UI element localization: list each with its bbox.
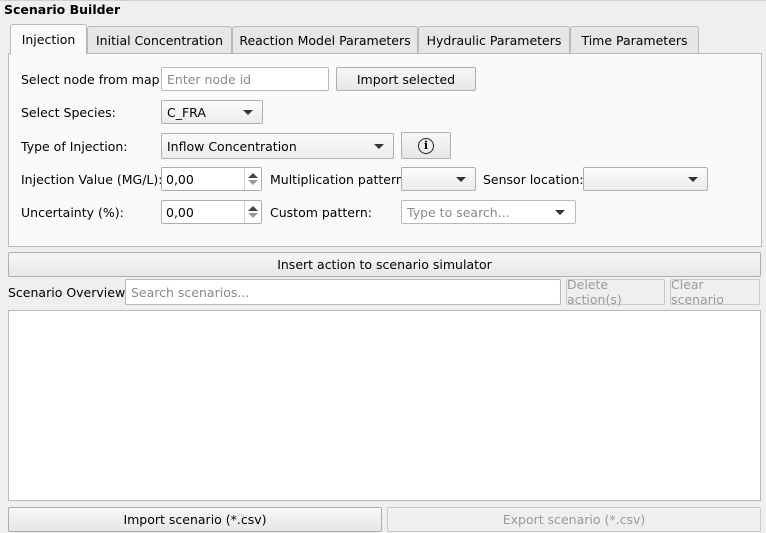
chevron-down-icon (243, 110, 253, 115)
delete-actions-button[interactable]: Delete action(s) (566, 277, 665, 307)
injection-value: 0,00 (166, 171, 194, 187)
spin-down-icon[interactable] (248, 213, 258, 218)
chevron-down-icon (456, 177, 466, 182)
import-scenario-button[interactable]: Import scenario (*.csv) (8, 507, 382, 532)
sensor-location-select[interactable] (583, 167, 708, 191)
species-select[interactable]: C_FRA (161, 100, 263, 124)
spin-up-icon[interactable] (248, 173, 258, 178)
insert-action-button[interactable]: Insert action to scenario simulator (8, 252, 761, 277)
import-selected-button[interactable]: Import selected (336, 67, 476, 91)
injection-type-label: Type of Injection: (21, 139, 128, 154)
sensor-location-label: Sensor location: (483, 172, 584, 187)
uncertainty-value: 0,00 (166, 204, 194, 220)
window-title: Scenario Builder (4, 2, 121, 17)
uncertainty-label: Uncertainty (%): (21, 205, 124, 220)
chevron-down-icon (555, 210, 565, 215)
uncertainty-spinbox[interactable]: 0,00 (161, 200, 262, 224)
tab-time-parameters[interactable]: Time Parameters (570, 26, 699, 53)
tab-hydraulic-parameters[interactable]: Hydraulic Parameters (418, 26, 570, 53)
info-icon: i (418, 137, 434, 154)
injection-type-value: Inflow Concentration (167, 138, 297, 154)
export-scenario-button[interactable]: Export scenario (*.csv) (387, 507, 761, 532)
injection-type-select[interactable]: Inflow Concentration (161, 133, 394, 159)
multiplication-pattern-label: Multiplication pattern: (270, 172, 409, 187)
node-id-input[interactable]: Enter node id (161, 67, 329, 91)
scenario-list[interactable] (8, 310, 761, 501)
custom-pattern-search[interactable]: Type to search... (401, 200, 576, 224)
custom-pattern-placeholder: Type to search... (407, 204, 510, 220)
spin-buttons[interactable] (244, 201, 261, 223)
spin-up-icon[interactable] (248, 206, 258, 211)
species-value: C_FRA (167, 104, 206, 120)
info-button[interactable]: i (401, 132, 451, 159)
tab-reaction-model-parameters[interactable]: Reaction Model Parameters (232, 26, 418, 53)
node-label: Select node from map: (21, 72, 164, 87)
scenario-search-input[interactable]: Search scenarios... (125, 279, 561, 305)
tab-injection[interactable]: Injection (10, 24, 87, 54)
scenario-overview-label: Scenario Overview: (8, 285, 129, 300)
clear-scenario-button[interactable]: Clear scenario (670, 277, 760, 307)
node-id-placeholder: Enter node id (167, 71, 252, 87)
injection-value-label: Injection Value (MG/L): (21, 172, 163, 187)
spin-down-icon[interactable] (248, 180, 258, 185)
injection-value-spinbox[interactable]: 0,00 (161, 167, 262, 191)
spin-buttons[interactable] (244, 168, 261, 190)
custom-pattern-label: Custom pattern: (270, 205, 373, 220)
tab-initial-concentration[interactable]: Initial Concentration (87, 26, 232, 53)
chevron-down-icon (688, 177, 698, 182)
top-border (0, 0, 766, 1)
scenario-search-placeholder: Search scenarios... (131, 284, 250, 300)
species-label: Select Species: (21, 105, 116, 120)
chevron-down-icon (374, 144, 384, 149)
multiplication-pattern-select[interactable] (401, 167, 476, 191)
